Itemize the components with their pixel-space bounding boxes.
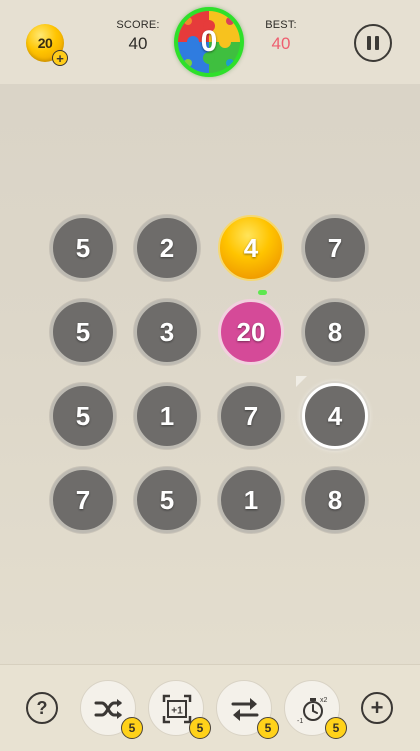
board-tile[interactable]: 8 (302, 467, 368, 533)
timer-icon: -1 x2 (297, 697, 328, 725)
board-tile[interactable]: 1 (218, 467, 284, 533)
coin-counter[interactable]: 20 + (26, 24, 68, 66)
swap-powerup-button[interactable]: 5 (216, 680, 279, 739)
score-display: SCORE: 40 (108, 19, 168, 54)
board-tile-gold[interactable]: 4 (218, 215, 284, 281)
board-tile[interactable]: 7 (302, 215, 368, 281)
shuffle-powerup-button[interactable]: 5 (80, 680, 143, 739)
score-label: SCORE: (116, 19, 160, 31)
timer-icon-times: x2 (320, 697, 328, 704)
timer-powerup-button[interactable]: -1 x2 5 (284, 680, 347, 739)
help-button[interactable]: ? (26, 692, 58, 724)
best-display: BEST: 40 (252, 19, 310, 54)
plus-one-icon: +1 (162, 694, 192, 724)
plus-one-count-badge: 5 (189, 717, 211, 739)
board-tile[interactable]: 7 (50, 467, 116, 533)
add-icon: + (370, 695, 384, 720)
bottom-toolbar: ? 5 +1 5 5 -1 x2 5 + (0, 664, 420, 751)
coin-count: 20 (37, 35, 53, 51)
current-value-badge: 0 (174, 7, 244, 77)
plus-one-icon-text: +1 (171, 706, 183, 717)
best-label: BEST: (265, 19, 297, 31)
board-tile[interactable]: 5 (50, 299, 116, 365)
shuffle-icon (94, 699, 122, 719)
buy-coins-icon[interactable]: + (52, 50, 68, 66)
pause-button[interactable] (354, 24, 392, 62)
merge-indicator (258, 290, 267, 295)
pause-icon (367, 36, 371, 50)
board-tile[interactable]: 3 (134, 299, 200, 365)
timer-icon-minus: -1 (297, 718, 303, 725)
swap-count-badge: 5 (257, 717, 279, 739)
corner-marker (296, 376, 307, 387)
board-tile[interactable]: 7 (218, 383, 284, 449)
plus-one-powerup-button[interactable]: +1 5 (148, 680, 211, 739)
board-tile[interactable]: 5 (50, 215, 116, 281)
add-button[interactable]: + (361, 692, 393, 724)
swap-icon (231, 698, 259, 721)
board-tile[interactable]: 1 (134, 383, 200, 449)
best-value: 40 (271, 34, 291, 53)
current-value: 0 (200, 25, 218, 58)
pause-icon-bar (375, 36, 379, 50)
score-value: 40 (128, 34, 148, 53)
timer-count-badge: 5 (325, 717, 347, 739)
board-tile[interactable]: 8 (302, 299, 368, 365)
shuffle-count-badge: 5 (121, 717, 143, 739)
top-bar: 20 + SCORE: 40 0 BEST: 40 (0, 0, 420, 84)
game-board: 5 2 4 7 5 3 20 8 5 1 7 4 7 5 1 8 (0, 84, 420, 664)
board-tile[interactable]: 5 (50, 383, 116, 449)
help-icon: ? (36, 697, 48, 718)
board-tile[interactable]: 2 (134, 215, 200, 281)
board-tile[interactable]: 5 (134, 467, 200, 533)
board-tile-pink[interactable]: 20 (218, 299, 284, 365)
board-tile-selected[interactable]: 4 (302, 383, 368, 449)
